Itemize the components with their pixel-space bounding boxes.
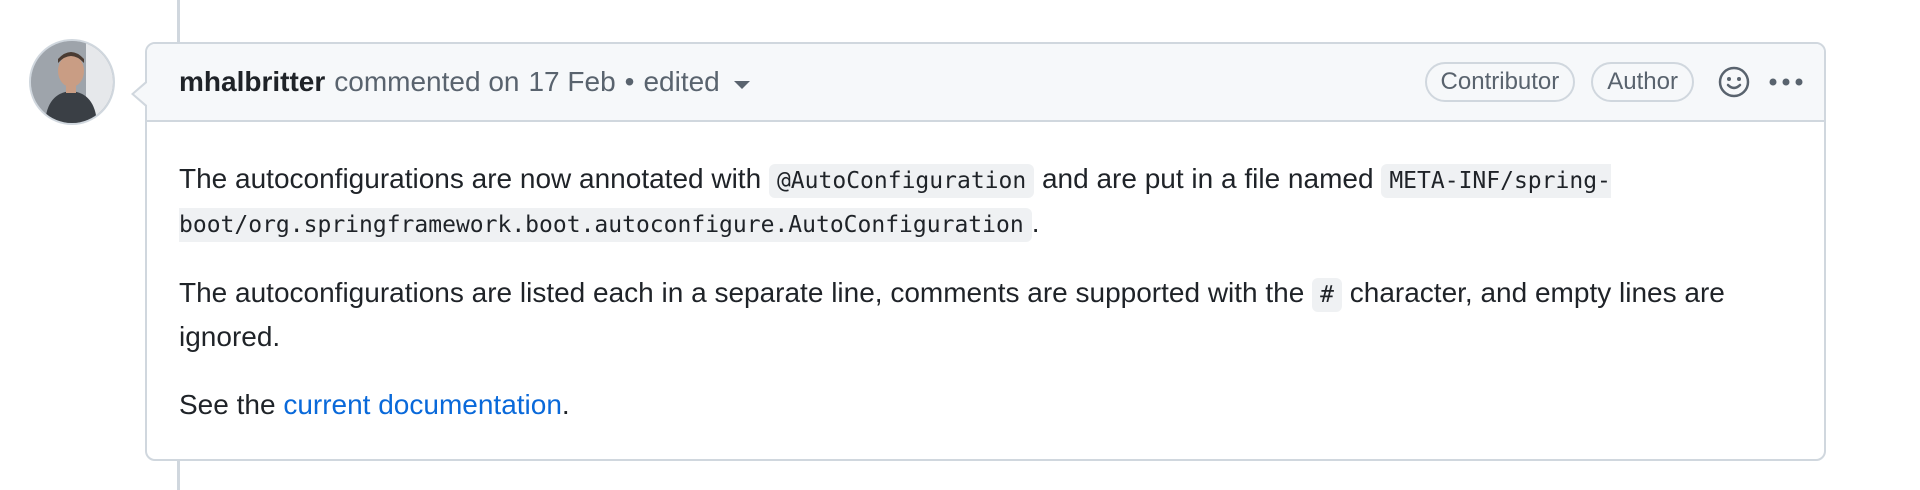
smiley-icon: [1718, 66, 1750, 98]
comment-card: mhalbritter commented on 17 Feb • edited…: [131, 42, 1826, 461]
edited-label: edited: [643, 66, 720, 97]
inline-code: @AutoConfiguration: [768, 164, 1035, 198]
body-text: and are put in a file named: [1034, 163, 1382, 194]
body-paragraph: The autoconfigurations are listed each i…: [179, 272, 1792, 358]
body-paragraph: See the current documentation.: [179, 384, 1792, 426]
comment-action: commented on: [334, 66, 520, 97]
separator-dot: •: [624, 66, 635, 97]
comment-caret-fill: [134, 82, 148, 106]
author-badge: Author: [1591, 62, 1694, 102]
comment-options-button[interactable]: [1768, 76, 1804, 88]
avatar[interactable]: [29, 39, 115, 125]
edited-dropdown[interactable]: edited: [643, 66, 750, 98]
body-text: The autoconfigurations are listed each i…: [179, 277, 1313, 308]
comment-header: mhalbritter commented on 17 Feb • edited…: [147, 44, 1824, 122]
documentation-link[interactable]: current documentation: [283, 389, 562, 420]
add-reaction-button[interactable]: [1718, 66, 1750, 98]
comment-date[interactable]: 17 Feb: [528, 66, 615, 98]
inline-code: #: [1312, 278, 1342, 312]
body-text: See the: [179, 389, 284, 420]
body-text: .: [561, 389, 570, 420]
body-text: .: [1031, 207, 1040, 238]
body-paragraph: The autoconfigurations are now annotated…: [179, 158, 1792, 246]
contributor-badge: Contributor: [1424, 62, 1576, 102]
avatar-image: [31, 41, 113, 123]
kebab-horizontal-icon: [1769, 78, 1803, 86]
author-link[interactable]: mhalbritter: [179, 66, 325, 98]
comment-body: The autoconfigurations are now annotated…: [147, 122, 1824, 426]
triangle-down-icon: [733, 81, 750, 89]
body-text: The autoconfigurations are now annotated…: [179, 163, 769, 194]
